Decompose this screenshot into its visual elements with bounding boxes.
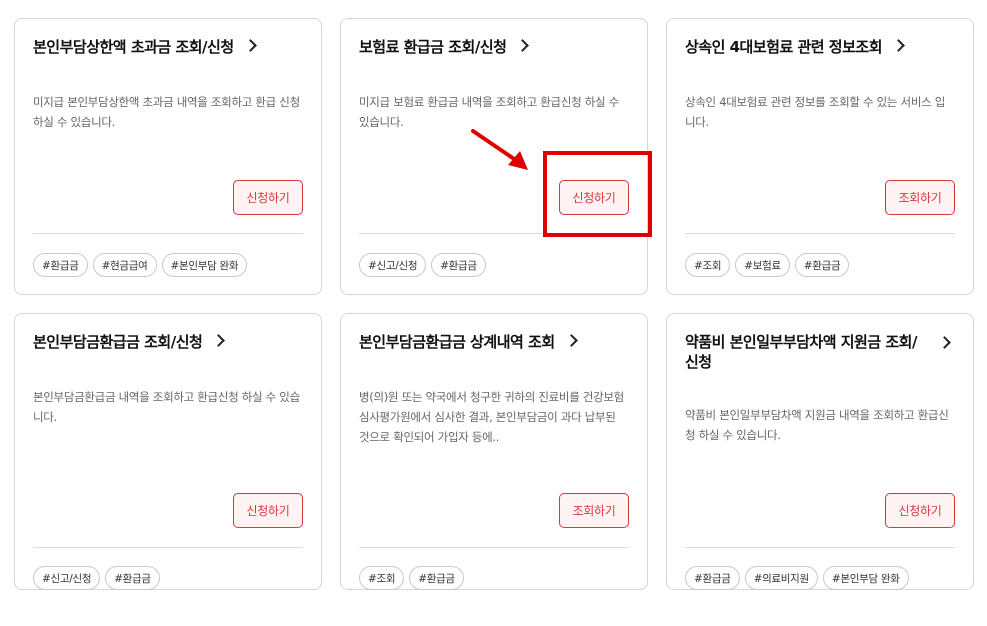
divider [33,547,303,548]
card-title-link[interactable]: 상속인 4대보험료 관련 정보조회 [685,37,935,57]
card-title: 본인부담금환급금 상계내역 조회 [359,333,555,351]
divider [359,547,629,548]
tag[interactable]: #환급금 [33,253,88,277]
service-card: 본인부담상한액 초과금 조회/신청 미지급 본인부담상한액 초과금 내역을 조회… [14,18,322,295]
card-title: 약품비 본인일부부담차액 지원금 조회/신청 [685,333,917,371]
apply-button[interactable]: 신청하기 [233,180,303,215]
card-title: 상속인 4대보험료 관련 정보조회 [685,38,883,56]
divider [33,233,303,234]
tag-list: #조회 #환급금 [359,566,464,590]
tag[interactable]: #보험료 [735,253,790,277]
card-description: 미지급 보험료 환급금 내역을 조회하고 환급신청 하실 수 있습니다. [359,95,619,129]
tag-list: #신고/신청 #환급금 [359,253,486,277]
card-title-link[interactable]: 보험료 환급금 조회/신청 [359,37,609,57]
tag[interactable]: #환급금 [794,253,850,277]
service-card: 본인부담금환급금 조회/신청 본인부담금환급금 내역을 조회하고 환급신청 하실… [14,313,322,590]
card-description: 약품비 본인일부부담차액 지원금 내역을 조회하고 환급신청 하실 수 있습니다… [685,408,949,442]
chevron-right-icon [892,39,905,52]
highlight-box-annotation [543,151,652,237]
tag[interactable]: #신고/신청 [359,253,427,277]
apply-button[interactable]: 신청하기 [885,493,955,528]
tag[interactable]: #조회 [685,253,731,277]
tag[interactable]: #본인부담 완화 [822,566,909,590]
card-title-link[interactable]: 약품비 본인일부부담차액 지원금 조회/신청 [685,332,925,372]
chevron-right-icon [516,39,530,52]
apply-button[interactable]: 신청하기 [233,493,303,528]
tag[interactable]: #현금급여 [92,253,157,277]
tag[interactable]: #신고/신청 [33,566,101,590]
chevron-right-icon [243,39,257,52]
inquiry-button[interactable]: 조회하기 [885,180,955,215]
tag[interactable]: #환급금 [431,253,486,277]
tag[interactable]: #환급금 [685,566,740,590]
card-title-link[interactable]: 본인부담상한액 초과금 조회/신청 [33,37,283,57]
chevron-right-icon[interactable] [938,336,951,349]
card-description: 본인부담금환급금 내역을 조회하고 환급신청 하실 수 있습니다. [33,390,300,424]
divider [685,547,955,548]
inquiry-button[interactable]: 조회하기 [559,493,629,528]
card-title: 본인부담금환급금 조회/신청 [33,333,203,351]
card-description: 미지급 본인부담상한액 초과금 내역을 조회하고 환급 신청 하실 수 있습니다… [33,95,300,129]
tag-list: #환급금 #의료비지원 #본인부담 완화 [685,566,909,590]
tag-list: #신고/신청 #환급금 [33,566,160,590]
chevron-right-icon [212,334,226,347]
service-card: 약품비 본인일부부담차액 지원금 조회/신청 약품비 본인일부부담차액 지원금 … [666,313,974,590]
divider [685,233,955,234]
tag[interactable]: #환급금 [409,566,464,590]
service-card: 상속인 4대보험료 관련 정보조회 상속인 4대보험료 관련 정보를 조회할 수… [666,18,974,295]
tag[interactable]: #환급금 [105,566,160,590]
service-card: 본인부담금환급금 상계내역 조회 병(의)원 또는 약국에서 청구한 귀하의 진… [340,313,648,590]
tag-list: #환급금 #현금급여 #본인부담 완화 [33,253,248,277]
tag[interactable]: #조회 [359,566,405,590]
card-description: 상속인 4대보험료 관련 정보를 조회할 수 있는 서비스 입니다. [685,95,946,129]
tag-list: #조회 #보험료 #환급금 [685,253,850,277]
tag[interactable]: #의료비지원 [744,566,818,590]
card-title-link[interactable]: 본인부담금환급금 상계내역 조회 [359,332,609,352]
chevron-right-icon [564,334,578,347]
card-title-link[interactable]: 본인부담금환급금 조회/신청 [33,332,283,352]
tag[interactable]: #본인부담 완화 [161,253,248,277]
card-description: 병(의)원 또는 약국에서 청구한 귀하의 진료비를 건강보험심사평가원에서 심… [359,390,624,444]
red-arrow-annotation [471,129,528,170]
card-title: 보험료 환급금 조회/신청 [359,38,507,56]
card-title: 본인부담상한액 초과금 조회/신청 [33,38,234,56]
